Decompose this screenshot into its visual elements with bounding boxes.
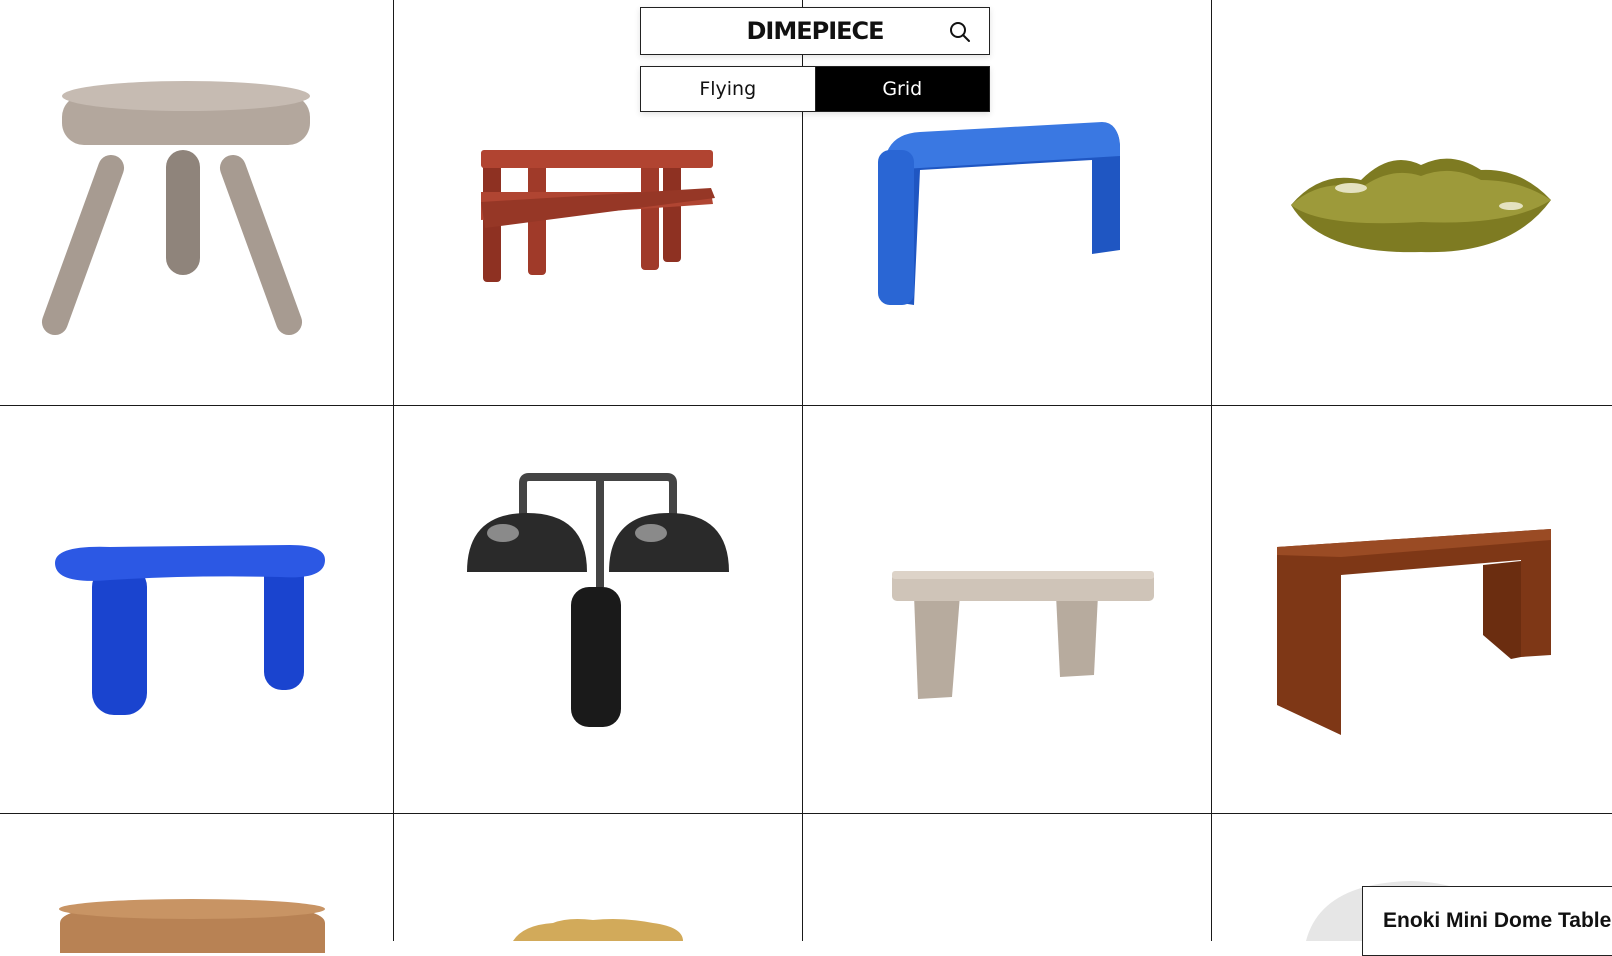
stool-image xyxy=(41,81,310,336)
gold-scalloped-image xyxy=(513,919,683,941)
product-hover-card[interactable]: Enoki Mini Dome Table xyxy=(1362,886,1612,956)
product-tile-brown-console[interactable] xyxy=(1211,405,1612,813)
product-tile-taupe-bench[interactable] xyxy=(802,405,1211,813)
brown-console-image xyxy=(1277,529,1551,735)
tan-round-table-image xyxy=(59,899,325,953)
red-shelf-image xyxy=(481,150,715,282)
brand-header: DIMEPIECE xyxy=(640,7,990,55)
twin-dome-lamp-image xyxy=(467,473,729,727)
product-tile-blue-console[interactable] xyxy=(802,0,1211,405)
product-tile-red-shelf[interactable] xyxy=(393,0,802,405)
search-icon[interactable] xyxy=(949,21,971,43)
taupe-bench-image xyxy=(892,571,1154,699)
product-tile-empty[interactable] xyxy=(802,813,1211,941)
product-tile-tan-round-table[interactable] xyxy=(0,813,393,953)
product-tile-blue-side-table[interactable] xyxy=(0,405,393,813)
blue-side-table-image xyxy=(55,545,325,715)
view-toggle: Flying Grid xyxy=(640,66,990,112)
product-tile-stool[interactable] xyxy=(0,0,393,405)
toggle-flying[interactable]: Flying xyxy=(641,67,816,111)
product-tile-twin-dome-lamp[interactable] xyxy=(393,405,802,813)
product-tile-olive-dish[interactable] xyxy=(1211,0,1612,405)
olive-dish-image xyxy=(1291,158,1551,253)
toggle-grid[interactable]: Grid xyxy=(815,67,989,111)
brand-title[interactable]: DIMEPIECE xyxy=(746,17,884,45)
blue-console-image xyxy=(878,122,1120,305)
product-hover-title: Enoki Mini Dome Table xyxy=(1383,909,1612,932)
product-tile-gold-scalloped-item[interactable] xyxy=(393,813,802,941)
